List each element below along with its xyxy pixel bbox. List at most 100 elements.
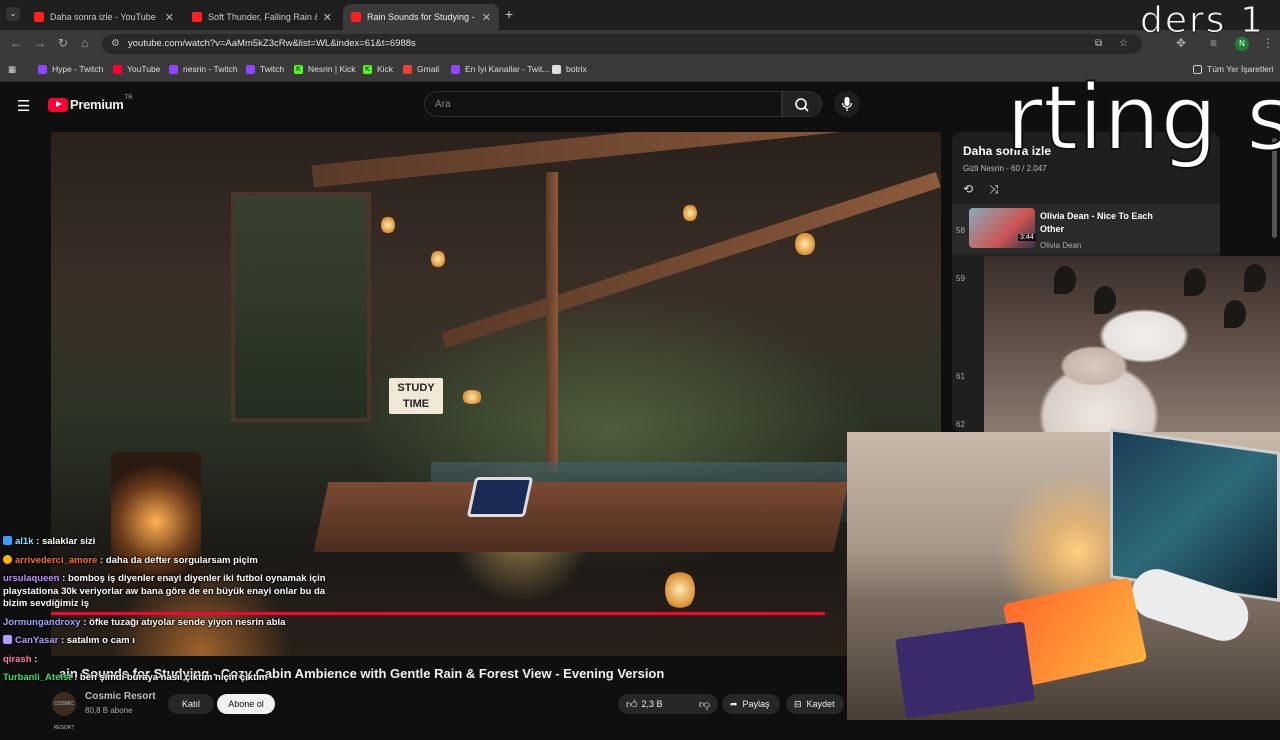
voice-search-button[interactable] [834,91,860,117]
kick-icon: K [363,64,372,74]
chat-message: ursulaqueen : bomboş iş diyenler enayi d… [3,573,343,611]
install-icon[interactable]: ⧉ [1095,38,1102,49]
playlist-index: 58 [956,226,965,235]
playlist-index: 62 [956,420,965,429]
bookmark-twitch[interactable]: Twitch [246,64,284,74]
window-post [546,172,558,472]
bookmark-nesrin-twitch[interactable]: nesrin - Twitch [169,64,238,74]
share-icon: ➦ [730,698,738,709]
close-tab-icon[interactable]: ✕ [165,11,174,24]
address-bar[interactable]: ⚙ youtube.com/watch?v=AaMm5kZ3cRw&list=W… [102,34,1142,54]
youtube-favicon-icon [351,12,361,22]
bookmark-label: nesrin - Twitch [183,64,238,74]
sign-line: STUDY [397,382,435,394]
new-tab-button[interactable]: + [505,6,513,22]
youtube-premium-logo[interactable]: Premium TR [48,94,133,112]
playlist-thumbnail[interactable] [969,208,1035,248]
browser-tab-watch-later[interactable]: Daha sonra izle - YouTube ✕ [26,4,182,30]
search-input[interactable] [425,92,781,116]
chat-username: CanYasar [15,635,59,646]
chat-username: al1k [15,536,34,547]
wall-pattern [1244,264,1266,292]
back-icon[interactable]: ← [10,36,22,50]
bookmark-kick[interactable]: K Kick [363,64,393,74]
tab-title: Soft Thunder, Falling Rain & a F [208,12,317,22]
channel-avatar[interactable]: COSMIC RESORT [52,692,76,731]
chat-message: arrivederci_amore : daha da defter sorgu… [3,554,343,568]
site-info-icon[interactable]: ⚙ [111,38,120,49]
channel-name[interactable]: Cosmic Resort [85,691,156,702]
sign-line: TIME [402,398,430,410]
browser-tab-rain-sounds[interactable]: Rain Sounds for Studying - Coz ✕ [343,4,499,30]
browser-toolbar: ← → ↻ ⌂ ⚙ youtube.com/watch?v=AaMm5kZ3cR… [0,30,1280,58]
save-label: Kaydet [806,699,835,709]
bookmark-star-icon[interactable]: ☆ [1119,38,1128,49]
youtube-play-icon [48,97,68,112]
stream-overlay-big-text: rting s [1005,66,1280,171]
chat-username: qirash [3,653,32,665]
forward-icon[interactable]: → [34,36,46,50]
twitch-icon [451,64,460,74]
video-duration: 3:44 [1018,234,1036,241]
bookmark-botrix[interactable]: botrix [552,64,587,74]
twitch-icon [169,64,178,74]
chat-message: Turbanli_Ateist : ben şimdi buraya nasıl… [3,672,343,685]
logo-region: TR [124,94,133,101]
browser-tab-soft-thunder[interactable]: Soft Thunder, Falling Rain & a F ✕ [184,4,340,30]
wall-pattern [1184,268,1206,296]
bookmark-label: Twitch [260,64,285,74]
youtube-favicon-icon [34,12,44,22]
subscribe-button[interactable]: Abone ol [217,694,275,714]
kick-icon: K [294,64,303,74]
bookmark-hype-twitch[interactable]: Hype - Twitch [38,64,103,74]
tab-list-button[interactable]: ⌄ [6,7,20,21]
like-dislike-group: 👍︎ 2,3 B 👎︎ [618,694,718,714]
chat-text: : öfke tuzağı atıyolar sende yiyon nesri… [80,616,286,628]
bookmark-label: Gmail [417,64,440,74]
bookmark-nesrin-kick[interactable]: K Nesrin | Kick [294,64,356,74]
join-button[interactable]: Katıl [168,694,214,714]
chat-text: : satalım o cam ı [58,635,135,646]
chat-message: al1k : salaklar sizi [3,536,343,549]
close-tab-icon[interactable]: ✕ [482,11,491,24]
twitch-icon [38,64,47,74]
bookmark-gmail[interactable]: Gmail [403,64,439,74]
desk [313,482,849,552]
url-text[interactable]: youtube.com/watch?v=AaMm5kZ3cRw&list=WL&… [128,38,416,49]
share-label: Paylaş [742,699,770,709]
hamburger-menu-icon[interactable]: ☰ [17,97,30,115]
chat-username: Jormungandroxy [3,616,81,628]
playlist-index: 61 [956,372,965,381]
tablet [466,477,534,517]
search-button[interactable] [782,91,822,117]
playlist-item-channel[interactable]: Olivia Dean [1040,241,1081,250]
share-button[interactable]: ➦ Paylaş [722,694,780,714]
microphone-icon [841,97,853,111]
desk-monitor [1110,428,1280,602]
bookmark-youtube[interactable]: YouTube [113,64,160,74]
like-count[interactable]: 2,3 B [642,699,663,709]
botrix-icon [552,64,561,74]
chat-message: Jormungandroxy : öfke tuzağı atıyolar se… [3,617,343,630]
save-icon: ⊟ [794,698,802,709]
home-icon[interactable]: ⌂ [81,36,88,50]
stream-chat: al1k : salaklar sizi arrivederci_amore :… [3,536,343,691]
save-button[interactable]: ⊟ Kaydet [786,694,844,714]
apps-grid-icon[interactable]: ▦ [8,64,16,75]
shuffle-icon[interactable]: ⤨ [989,182,999,197]
like-icon[interactable]: 👍︎ [626,698,638,711]
logo-text: Premium [70,97,124,112]
chat-username: Turbanli_Ateist [3,672,72,683]
chat-text: : [31,653,38,665]
playlist-index: 59 [956,274,965,283]
bookmark-label: Kick [377,64,394,74]
close-tab-icon[interactable]: ✕ [323,11,332,24]
subscriber-count: 80,8 B abone [85,706,133,715]
playlist-item-title[interactable]: Olivia Dean - Nice To Each Other [1040,210,1160,236]
dislike-icon[interactable]: 👎︎ [699,698,710,711]
loop-icon[interactable]: ⟲ [963,182,973,196]
twitch-icon [246,64,255,74]
bookmark-en-iyi-kanallar[interactable]: En İyi Kanallar - Twit... [451,64,549,74]
bookmark-label: En İyi Kanallar - Twit... [465,64,550,74]
reload-icon[interactable]: ↻ [58,36,68,50]
